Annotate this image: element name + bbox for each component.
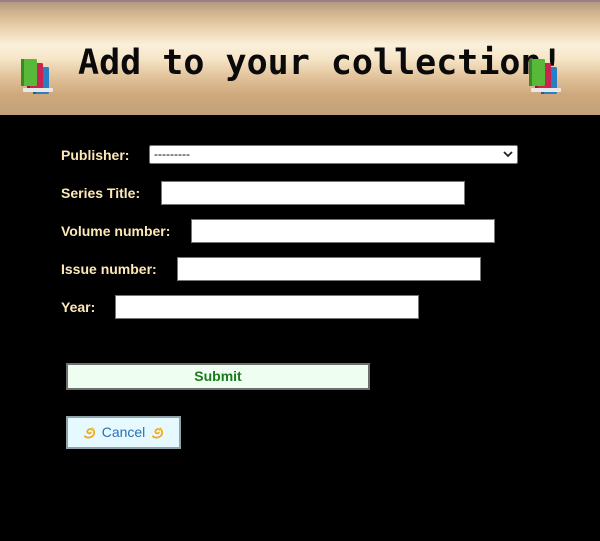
books-icon <box>21 59 53 94</box>
page: Add to your collection! Publisher: -----… <box>0 0 600 541</box>
header-banner: Add to your collection! <box>0 0 600 115</box>
cancel-button[interactable]: Cancel <box>66 416 181 449</box>
submit-button[interactable]: Submit <box>66 363 370 390</box>
publisher-label: Publisher: <box>61 147 130 163</box>
series-title-label: Series Title: <box>61 185 141 201</box>
issue-number-label: Issue number: <box>61 261 157 277</box>
publisher-selected-value: --------- <box>154 147 190 161</box>
page-title: Add to your collection! <box>78 43 563 83</box>
books-icon <box>529 59 561 94</box>
year-label: Year: <box>61 299 96 315</box>
cancel-label: Cancel <box>101 424 146 440</box>
dizzy-icon <box>152 426 164 439</box>
issue-number-input[interactable] <box>177 257 481 281</box>
dizzy-icon <box>83 426 95 439</box>
publisher-select[interactable]: --------- <box>149 145 518 164</box>
year-input[interactable] <box>115 295 419 319</box>
chevron-down-icon <box>503 151 513 158</box>
volume-number-input[interactable] <box>191 219 495 243</box>
volume-number-label: Volume number: <box>61 223 171 239</box>
series-title-input[interactable] <box>161 181 465 205</box>
